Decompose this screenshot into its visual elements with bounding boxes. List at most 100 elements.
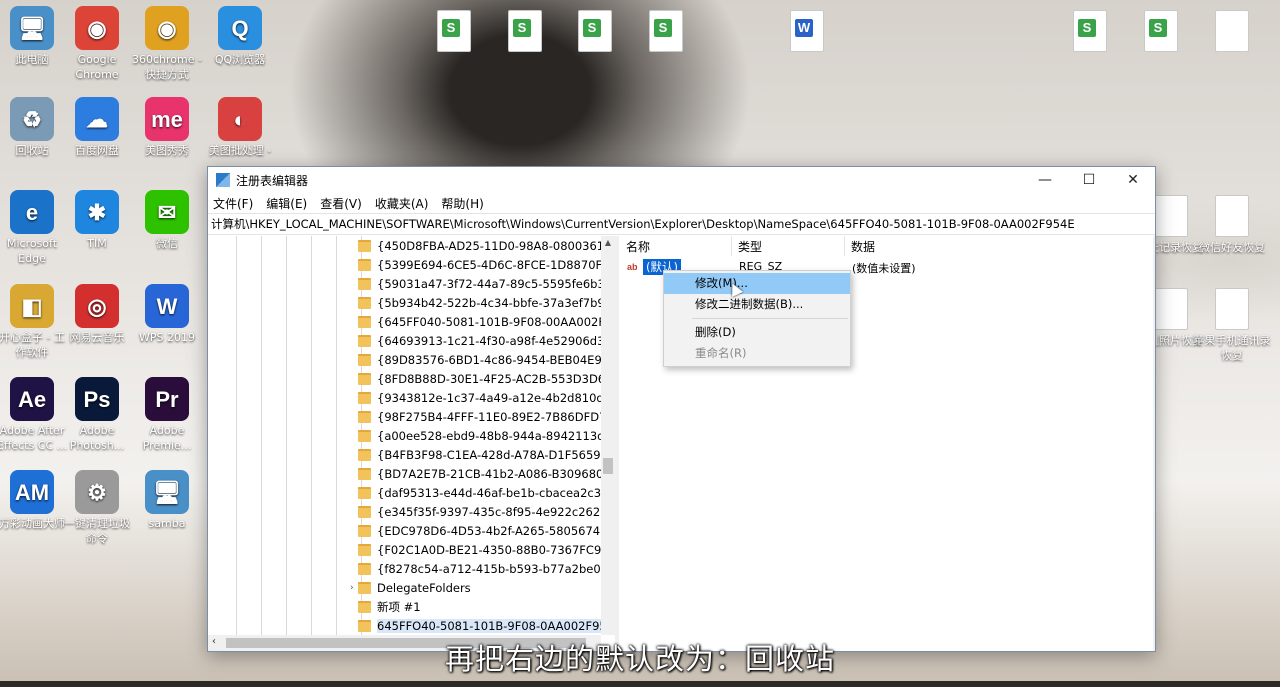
desktop-file-label: 微信好友恢复 [1199,241,1265,254]
address-bar[interactable]: 计算机\HKEY_LOCAL_MACHINE\SOFTWARE\Microsof… [208,213,1155,235]
app-icon: ✉ [145,190,189,234]
document-file-icon[interactable] [1154,195,1188,237]
desktop-icon-label: 一键清理垃圾命令 [64,517,130,545]
desktop-icon[interactable]: 🖥 samba [129,470,205,531]
spreadsheet-file-icon[interactable]: S [508,10,542,52]
folder-icon [358,410,371,423]
desktop-icon[interactable]: ✱ TIM [59,190,135,251]
tree-item[interactable]: {EDC978D6-4D53-4b2f-A265-5805674B [358,521,608,540]
minimize-button[interactable]: — [1023,167,1067,193]
column-header-data[interactable]: 数据 [851,238,875,255]
tree-item[interactable]: {B4FB3F98-C1EA-428d-A78A-D1F5659C [358,445,609,464]
menu-file[interactable]: 文件(F) [213,195,253,212]
desktop-icon-label: WPS 2019 [139,331,195,344]
expand-chevron-icon[interactable]: › [350,583,354,593]
tree-item[interactable]: {5b934b42-522b-4c34-bbfe-37a3ef7b9 [358,293,605,312]
app-icon: ♻ [10,97,54,141]
spreadsheet-file-icon[interactable]: S [578,10,612,52]
window-title: 注册表编辑器 [236,173,309,188]
tree-item-label: {450D8FBA-AD25-11D0-98A8-0800361B [377,238,612,253]
folder-icon [358,581,371,594]
menu-help[interactable]: 帮助(H) [441,195,483,212]
tree-item[interactable]: {64693913-1c21-4f30-a98f-4e52906d3b [358,331,612,350]
app-icon: W [145,284,189,328]
desktop-icon[interactable]: ◉ Google Chrome [59,6,135,82]
menu-bar: 文件(F) 编辑(E) 查看(V) 收藏夹(A) 帮助(H) [208,193,1155,213]
desktop-icon[interactable]: ◎ 网易云音乐 [59,284,135,345]
folder-icon [358,543,371,556]
desktop-icon[interactable]: ◐ 美图批处理 - [202,97,278,158]
tree-item-label: {64693913-1c21-4f30-a98f-4e52906d3b [377,333,612,348]
desktop-icon[interactable]: Ps Adobe Photosh... [59,377,135,453]
tree-item-label: {daf95313-e44d-46af-be1b-cbacea2c3 [377,485,602,500]
close-button[interactable]: ✕ [1111,167,1155,193]
menu-view[interactable]: 查看(V) [320,195,362,212]
column-header-type[interactable]: 类型 [738,238,762,255]
menu-item-delete[interactable]: 删除(D) [664,322,850,343]
column-header-name[interactable]: 名称 [626,238,650,255]
desktop-icon-label: 网易云音乐 [69,331,125,344]
menu-edit[interactable]: 编辑(E) [266,195,307,212]
menu-favorites[interactable]: 收藏夹(A) [375,195,429,212]
tree-item[interactable]: {daf95313-e44d-46af-be1b-cbacea2c3 [358,483,601,502]
tree-item[interactable]: › DelegateFolders [350,578,471,597]
tree-item[interactable]: {a00ee528-ebd9-48b8-944a-8942113d4 [358,426,612,445]
menu-item-modify[interactable]: 修改(M)... [664,273,850,294]
desktop-icon[interactable]: me 美图秀秀 [129,97,205,158]
app-icon: e [10,190,54,234]
app-icon: ◎ [75,284,119,328]
tree-item-label: {8FD8B88D-30E1-4F25-AC2B-553D3D65 [377,371,613,386]
spreadsheet-file-icon[interactable]: S [437,10,471,52]
menu-item-modify-binary[interactable]: 修改二进制数据(B)... [664,294,850,315]
title-bar[interactable]: 注册表编辑器 — ☐ ✕ [208,167,1155,193]
key-tree-pane[interactable]: {450D8FBA-AD25-11D0-98A8-0800361B {5399E6… [208,236,619,651]
folder-icon [358,353,371,366]
folder-icon [358,600,371,613]
maximize-button[interactable]: ☐ [1067,167,1111,193]
desktop-file-label: 苹果手机通讯录恢复 [1193,334,1271,362]
column-divider[interactable] [844,236,845,256]
desktop-icon[interactable]: Pr Adobe Premie... [129,377,205,453]
folder-icon [358,277,371,290]
document-file-icon[interactable] [1215,288,1249,330]
spreadsheet-file-icon[interactable]: S [1073,10,1107,52]
tree-item[interactable]: {BD7A2E7B-21CB-41b2-A086-B309680C [358,464,611,483]
scroll-up-arrow-icon[interactable]: ▲ [601,238,615,247]
desktop-icon[interactable]: Q QQ浏览器 [202,6,278,67]
column-divider[interactable] [731,236,732,256]
tree-item[interactable]: {5399E694-6CE5-4D6C-8FCE-1D8870FD [358,255,611,274]
app-icon: Ps [75,377,119,421]
desktop-icon[interactable]: ⚙ 一键清理垃圾命令 [59,470,135,546]
tree-item[interactable]: 645FFO40-5081-101B-9F08-0AA002F954 [358,616,615,635]
desktop-icon[interactable]: ◉ 360chrome - 快捷方式 [129,6,205,82]
document-file-icon[interactable] [1215,10,1249,52]
tree-item[interactable]: 新项 #1 [358,597,421,616]
spreadsheet-file-icon[interactable]: S [649,10,683,52]
context-menu: 修改(M)... 修改二进制数据(B)... 删除(D) 重命名(R) [663,270,851,367]
tree-item[interactable]: {F02C1A0D-BE21-4350-88B0-7367FC96 [358,540,609,559]
desktop-icon[interactable]: ✉ 微信 [129,190,205,251]
tree-vertical-scrollbar[interactable]: ▲ [601,236,615,635]
taskbar-strip [0,681,1280,687]
desktop-icon[interactable]: ☁ 百度网盘 [59,97,135,158]
tree-item[interactable]: {f8278c54-a712-415b-b593-b77a2be0d [358,559,608,578]
tree-item[interactable]: {645FF040-5081-101B-9F08-00AA002F9 [358,312,612,331]
spreadsheet-file-icon[interactable]: S [1144,10,1178,52]
app-icon: ◉ [75,6,119,50]
document-file-icon[interactable] [1154,288,1188,330]
tree-item[interactable]: {89D83576-6BD1-4c86-9454-BEB04E94 [358,350,609,369]
word-file-icon[interactable]: W [790,10,824,52]
tree-item[interactable]: {e345f35f-9397-435c-8f95-4e922c2625 [358,502,608,521]
desktop-icon[interactable]: W WPS 2019 [129,284,205,345]
scroll-thumb[interactable] [603,458,613,474]
app-icon: ◧ [10,284,54,328]
tree-item[interactable]: {98F275B4-4FFF-11E0-89E2-7B86DFD72 [358,407,614,426]
tree-item[interactable]: {59031a47-3f72-44a7-89c5-5595fe6b30 [358,274,612,293]
registry-editor-window: 注册表编辑器 — ☐ ✕ 文件(F) 编辑(E) 查看(V) 收藏夹(A) 帮助… [207,166,1156,652]
tree-item[interactable]: {8FD8B88D-30E1-4F25-AC2B-553D3D65 [358,369,612,388]
tree-item[interactable]: {9343812e-1c37-4a49-a12e-4b2d810d9 [358,388,611,407]
document-file-icon[interactable] [1215,195,1249,237]
tree-item[interactable]: {450D8FBA-AD25-11D0-98A8-0800361B [358,236,612,255]
desktop-icon-label: samba [148,517,186,530]
app-icon: ✱ [75,190,119,234]
